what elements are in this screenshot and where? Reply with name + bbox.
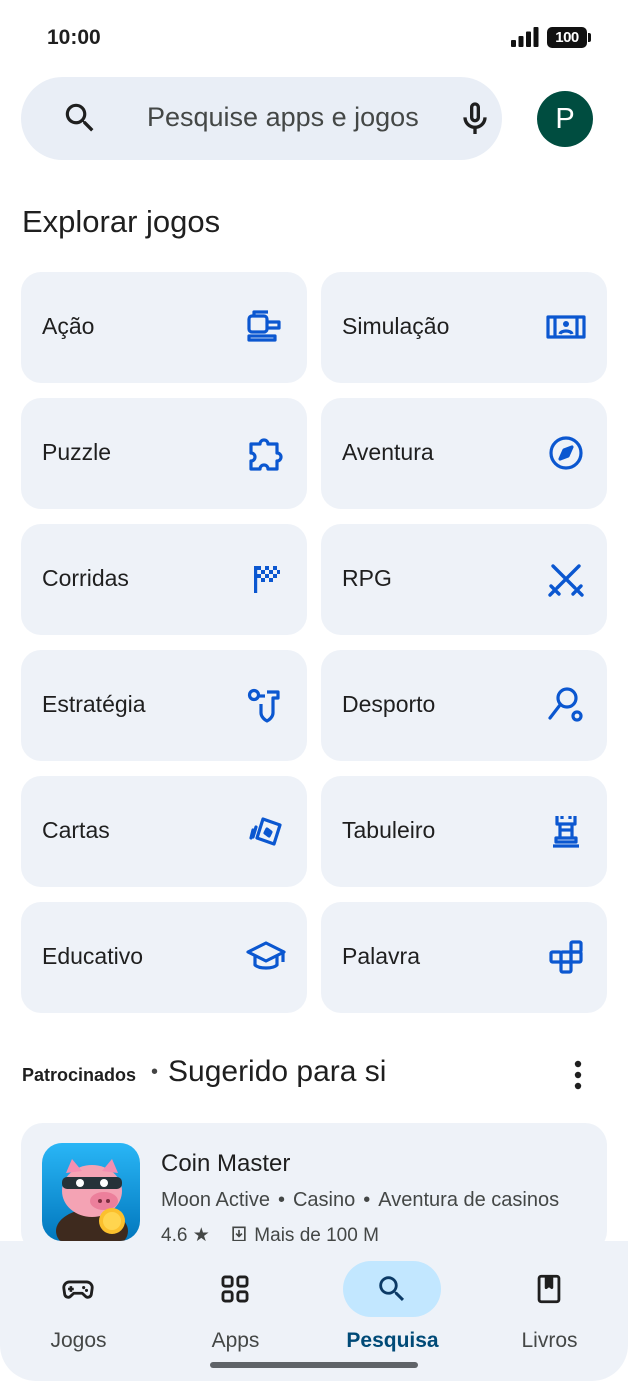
search-icon xyxy=(65,103,94,132)
app-tag: Aventura de casinos xyxy=(378,1189,560,1211)
category-tile-puzzle[interactable]: Puzzle xyxy=(21,398,307,509)
category-tile-educativo[interactable]: Educativo xyxy=(21,902,307,1013)
battery-indicator: 100 xyxy=(547,27,591,48)
more-options-icon[interactable] xyxy=(568,1057,588,1093)
swords-icon xyxy=(548,564,584,597)
meta-separator: • xyxy=(277,1189,285,1211)
search-input[interactable]: Pesquise apps e jogos xyxy=(147,102,419,133)
section-title: Sugerido para si xyxy=(168,1055,387,1088)
home-indicator[interactable] xyxy=(210,1362,418,1368)
nav-item-jogos[interactable]: Jogos xyxy=(0,1251,157,1361)
category-tile-simulacao[interactable]: Simulação xyxy=(321,272,607,383)
sponsored-label: Patrocinados xyxy=(22,1065,137,1085)
app-card[interactable]: Coin Master Moon Active • Casino • Aventura … xyxy=(21,1123,607,1253)
nav-label: Pesquisa xyxy=(346,1329,439,1352)
signal-icon xyxy=(511,27,539,47)
nav-label: Apps xyxy=(211,1329,260,1352)
nav-item-pesquisa[interactable]: Pesquisa xyxy=(314,1251,471,1361)
nav-label: Jogos xyxy=(50,1329,107,1352)
category-label: RPG xyxy=(342,565,392,591)
category-label: Educativo xyxy=(42,943,144,969)
search-icon xyxy=(379,1276,405,1302)
category-tile-rpg[interactable]: RPG xyxy=(321,524,607,635)
app-tag: Casino xyxy=(292,1189,356,1211)
category-tile-desporto[interactable]: Desporto xyxy=(321,650,607,761)
meta-separator: • xyxy=(363,1189,371,1211)
graduation-cap-icon xyxy=(246,941,286,970)
category-label: Palavra xyxy=(342,943,420,969)
book-icon xyxy=(537,1274,561,1304)
category-tile-palavra[interactable]: Palavra xyxy=(321,902,607,1013)
suggested-header: Patrocinados • Sugerido para si xyxy=(22,1055,608,1095)
category-label: Corridas xyxy=(42,565,129,591)
puzzle-icon xyxy=(249,438,283,471)
category-label: Puzzle xyxy=(42,439,112,465)
strategy-icon xyxy=(247,688,280,723)
category-tile-corridas[interactable]: Corridas xyxy=(21,524,307,635)
category-tile-tabuleiro[interactable]: Tabuleiro xyxy=(321,776,607,887)
checkered-flag-icon xyxy=(254,566,280,593)
apps-grid-icon xyxy=(221,1275,249,1303)
nav-item-apps[interactable]: Apps xyxy=(157,1251,314,1361)
category-label: Ação xyxy=(42,313,95,339)
category-label: Aventura xyxy=(342,439,434,465)
action-icon xyxy=(247,310,281,342)
dot-separator: • xyxy=(151,1061,159,1083)
category-label: Cartas xyxy=(42,817,110,843)
sports-icon xyxy=(548,687,583,722)
page-title: Explorar jogos xyxy=(22,204,221,239)
category-tile-acao[interactable]: Ação xyxy=(21,272,307,383)
category-label: Simulação xyxy=(342,313,450,339)
status-bar: 10:00 100 xyxy=(0,0,628,76)
app-meta: Moon Active • Casino • Aventura de casinos xyxy=(161,1189,559,1212)
app-icon xyxy=(42,1143,140,1241)
category-tile-aventura[interactable]: Aventura xyxy=(321,398,607,509)
category-tile-estrategia[interactable]: Estratégia xyxy=(21,650,307,761)
bottom-nav: Jogos Apps Pesquisa Livros xyxy=(0,1241,628,1381)
microphone-icon[interactable] xyxy=(455,99,495,139)
avatar[interactable]: P xyxy=(537,91,593,147)
gamepad-icon xyxy=(62,1280,94,1299)
category-label: Estratégia xyxy=(42,691,146,717)
category-tile-cartas[interactable]: Cartas xyxy=(21,776,307,887)
chess-rook-icon xyxy=(553,816,579,848)
category-label: Tabuleiro xyxy=(342,817,436,843)
search-bar[interactable]: Pesquise apps e jogos xyxy=(21,77,502,160)
nav-label: Livros xyxy=(521,1329,578,1352)
cards-icon xyxy=(249,817,282,846)
app-developer: Moon Active xyxy=(161,1189,270,1211)
app-name: Coin Master xyxy=(161,1150,291,1177)
status-time: 10:00 xyxy=(47,26,101,49)
word-blocks-icon xyxy=(549,940,583,974)
category-label: Desporto xyxy=(342,691,436,717)
nav-item-livros[interactable]: Livros xyxy=(471,1251,628,1361)
compass-icon xyxy=(549,436,583,470)
simulation-icon xyxy=(546,315,586,339)
